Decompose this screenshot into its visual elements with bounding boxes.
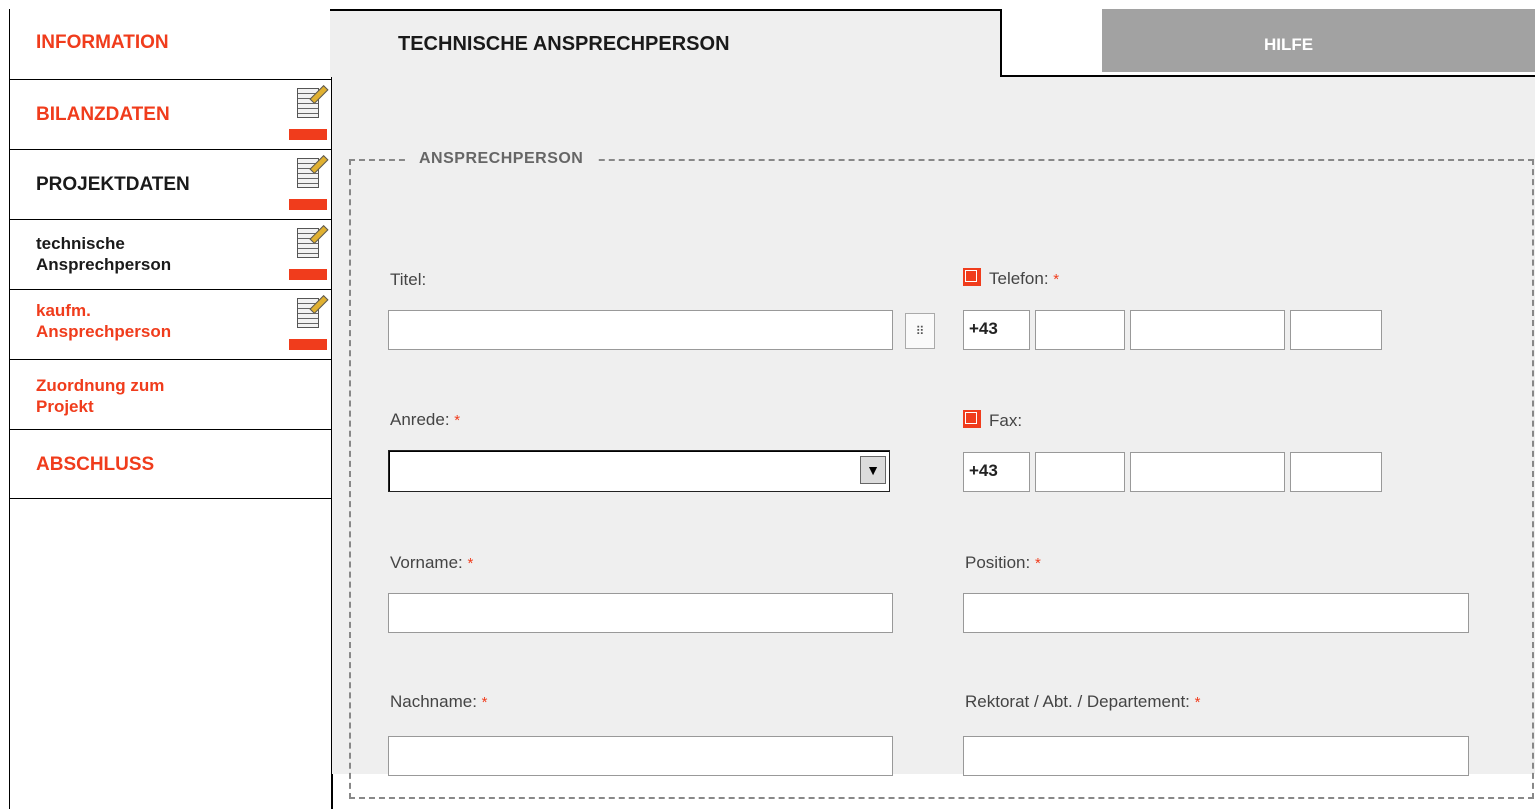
telefon-prefix: +43 [969, 319, 998, 338]
tab-label: TECHNISCHE ANSPRECHPERSON [398, 33, 730, 55]
edit-document-icon [289, 84, 329, 140]
vorname-label: Vorname: * [390, 553, 473, 573]
sidebar-item-zuordnung-zum-projekt[interactable]: Zuordnung zum Projekt [10, 359, 331, 429]
tab-hilfe[interactable]: HILFE [1102, 9, 1535, 72]
telefon-label-text: Telefon: [989, 269, 1049, 288]
sidebar-item-label-line1: technische [36, 234, 125, 253]
sidebar-item-label-line1: Zuordnung zum [36, 376, 165, 395]
required-marker: * [1194, 694, 1201, 711]
position-input[interactable] [963, 593, 1469, 633]
rektorat-input[interactable] [963, 736, 1469, 776]
info-icon[interactable] [963, 268, 981, 286]
info-icon[interactable] [963, 410, 981, 428]
titel-label: Titel: [390, 270, 426, 290]
sidebar-item-label: INFORMATION [36, 32, 169, 53]
sidebar-item-projektdaten[interactable]: PROJEKTDATEN [10, 149, 331, 219]
anrede-select[interactable]: ▼ [388, 450, 890, 492]
tab-technische-ansprechperson[interactable]: TECHNISCHE ANSPRECHPERSON [330, 9, 1002, 77]
sidebar-item-label: PROJEKTDATEN [36, 174, 190, 195]
titel-label-text: Titel: [390, 270, 427, 289]
nachname-label: Nachname: * [390, 692, 488, 712]
titel-input[interactable] [388, 310, 893, 350]
required-marker: * [1034, 555, 1041, 572]
telefon-area-input[interactable] [1035, 310, 1125, 350]
sidebar-item-abschluss[interactable]: ABSCHLUSS [10, 429, 331, 499]
sidebar-item-bilanzdaten[interactable]: BILANZDATEN [10, 79, 331, 149]
position-label-text: Position: [965, 553, 1031, 572]
sidebar-item-label-line2: Projekt [36, 397, 94, 416]
sidebar-item-technische-ansprechperson[interactable]: technische Ansprechperson [10, 219, 331, 289]
sidebar-item-kaufm-ansprechperson[interactable]: kaufm. Ansprechperson [10, 289, 331, 359]
fieldset-legend: ANSPRECHPERSON [405, 150, 598, 168]
vorname-input[interactable] [388, 593, 893, 633]
edit-document-icon [289, 294, 329, 350]
fax-country-code-input[interactable]: +43 [963, 452, 1030, 492]
picker-icon[interactable]: ⠿ [905, 313, 935, 349]
fax-extension-input[interactable] [1290, 452, 1382, 492]
anrede-label-text: Anrede: [390, 410, 450, 429]
vorname-label-text: Vorname: [390, 553, 463, 572]
fax-number-input[interactable] [1130, 452, 1285, 492]
fax-label: Fax: [963, 410, 1022, 431]
sidebar-nav: INFORMATION BILANZDATEN PROJEKTDATEN tec… [9, 9, 333, 809]
required-marker: * [1053, 271, 1060, 288]
tab-label: HILFE [1263, 35, 1314, 54]
chevron-down-icon[interactable]: ▼ [860, 456, 886, 484]
sidebar-item-information[interactable]: INFORMATION [10, 9, 331, 79]
telefon-country-code-input[interactable]: +43 [963, 310, 1030, 350]
edit-document-icon [289, 154, 329, 210]
nachname-input[interactable] [388, 736, 893, 776]
fax-prefix: +43 [969, 461, 998, 480]
nachname-label-text: Nachname: [390, 692, 477, 711]
tab-divider [1000, 75, 1535, 77]
rektorat-label-text: Rektorat / Abt. / Departement: [965, 692, 1190, 711]
sidebar-item-label-line2: Ansprechperson [36, 255, 172, 274]
fax-area-input[interactable] [1035, 452, 1125, 492]
required-marker: * [467, 555, 474, 572]
sidebar-item-label-line2: Ansprechperson [36, 322, 172, 341]
telefon-extension-input[interactable] [1290, 310, 1382, 350]
sidebar-item-label-line1: kaufm. [36, 301, 91, 320]
sidebar-item-label: BILANZDATEN [36, 104, 170, 125]
fax-label-text: Fax: [989, 411, 1023, 430]
required-marker: * [481, 694, 488, 711]
telefon-label: Telefon: * [963, 268, 1059, 289]
telefon-number-input[interactable] [1130, 310, 1285, 350]
sidebar-item-label: ABSCHLUSS [36, 454, 155, 475]
anrede-label: Anrede: * [390, 410, 460, 430]
position-label: Position: * [965, 553, 1041, 573]
edit-document-icon [289, 224, 329, 280]
rektorat-label: Rektorat / Abt. / Departement: * [965, 692, 1200, 712]
required-marker: * [454, 412, 461, 429]
